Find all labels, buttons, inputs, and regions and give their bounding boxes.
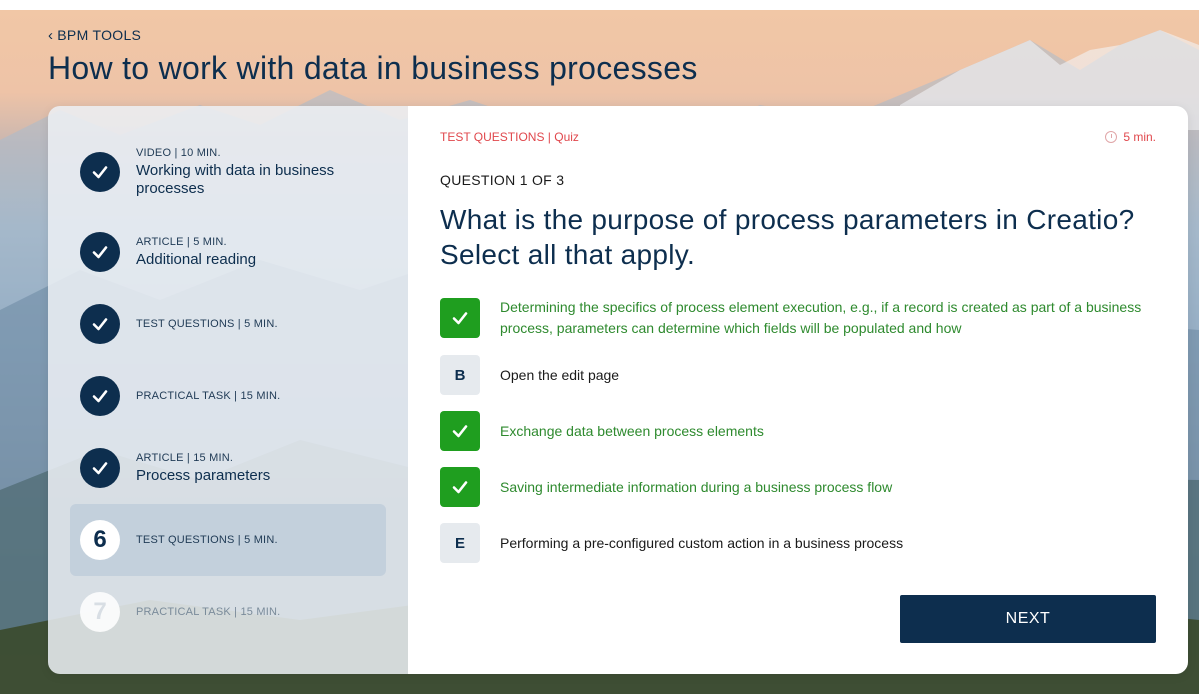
answer-text: Open the edit page [500,366,620,383]
checkbox-checked-icon[interactable] [440,411,480,451]
check-icon [80,232,120,272]
quiz-duration: 5 min. [1105,130,1156,144]
check-icon [80,304,120,344]
check-icon [80,152,120,192]
check-icon [80,448,120,488]
step-number-badge: 7 [80,592,120,632]
step-meta: ARTICLE | 15 MIN. [136,451,234,464]
duration-label: 5 min. [1123,130,1156,144]
step-name: Working with data in business processes [136,161,335,197]
quiz-panel: TEST QUESTIONS | Quiz 5 min. QUESTION 1 … [408,106,1188,674]
page-title: How to work with data in business proces… [48,50,698,86]
step-item-3[interactable]: TEST QUESTIONS | 5 MIN. [70,288,386,360]
quiz-breadcrumb: TEST QUESTIONS | Quiz [440,130,579,144]
answer-letter[interactable]: B [440,355,480,395]
step-meta: PRACTICAL TASK | 15 MIN. [136,390,281,402]
step-item-1[interactable]: VIDEO | 10 MIN. Working with data in bus… [70,136,386,208]
checkbox-checked-icon[interactable] [440,298,480,338]
answer-option-b[interactable]: B Open the edit page [440,355,1160,395]
check-icon [80,376,120,416]
checkbox-checked-icon[interactable] [440,467,480,507]
chevron-left-icon: ‹ [48,26,54,44]
answer-text: Exchange data between process elements [500,422,764,439]
next-button[interactable]: NEXT [900,595,1156,643]
step-meta: TEST QUESTIONS | 5 MIN. [136,318,278,330]
step-meta: TEST QUESTIONS | 5 MIN. [136,534,278,546]
step-meta: PRACTICAL TASK | 15 MIN. [136,606,281,618]
answer-letter[interactable]: E [440,523,480,563]
course-steps-sidebar: VIDEO | 10 MIN. Working with data in bus… [48,106,408,674]
answer-text: Saving intermediate information during a… [500,478,893,495]
step-item-2[interactable]: ARTICLE | 5 MIN. Additional reading [70,216,386,288]
answer-option-d[interactable]: Saving intermediate information during a… [440,467,1160,507]
answer-option-a[interactable]: Determining the specifics of process ele… [440,297,1160,339]
answer-option-e[interactable]: E Performing a pre-configured custom act… [440,523,1160,563]
step-name: Additional reading [136,250,257,268]
question-counter: QUESTION 1 OF 3 [440,172,565,188]
step-item-6[interactable]: 6 TEST QUESTIONS | 5 MIN. [70,504,386,576]
back-link[interactable]: ‹ BPM TOOLS [48,27,141,43]
step-item-4[interactable]: PRACTICAL TASK | 15 MIN. [70,360,386,432]
step-item-7[interactable]: 7 PRACTICAL TASK | 15 MIN. [70,576,386,648]
course-card: VIDEO | 10 MIN. Working with data in bus… [48,106,1188,674]
step-meta: VIDEO | 10 MIN. [136,146,221,159]
answer-option-c[interactable]: Exchange data between process elements [440,411,1160,451]
back-link-label: BPM TOOLS [57,27,142,43]
step-number-badge: 6 [80,520,120,560]
answer-text: Performing a pre-configured custom actio… [500,534,904,551]
step-meta: ARTICLE | 5 MIN. [136,235,227,248]
question-text: What is the purpose of process parameter… [440,204,1135,270]
step-item-5[interactable]: ARTICLE | 15 MIN. Process parameters [70,432,386,504]
answer-text: Determining the specifics of process ele… [500,299,1142,336]
clock-icon [1105,131,1118,143]
step-name: Process parameters [136,466,271,484]
